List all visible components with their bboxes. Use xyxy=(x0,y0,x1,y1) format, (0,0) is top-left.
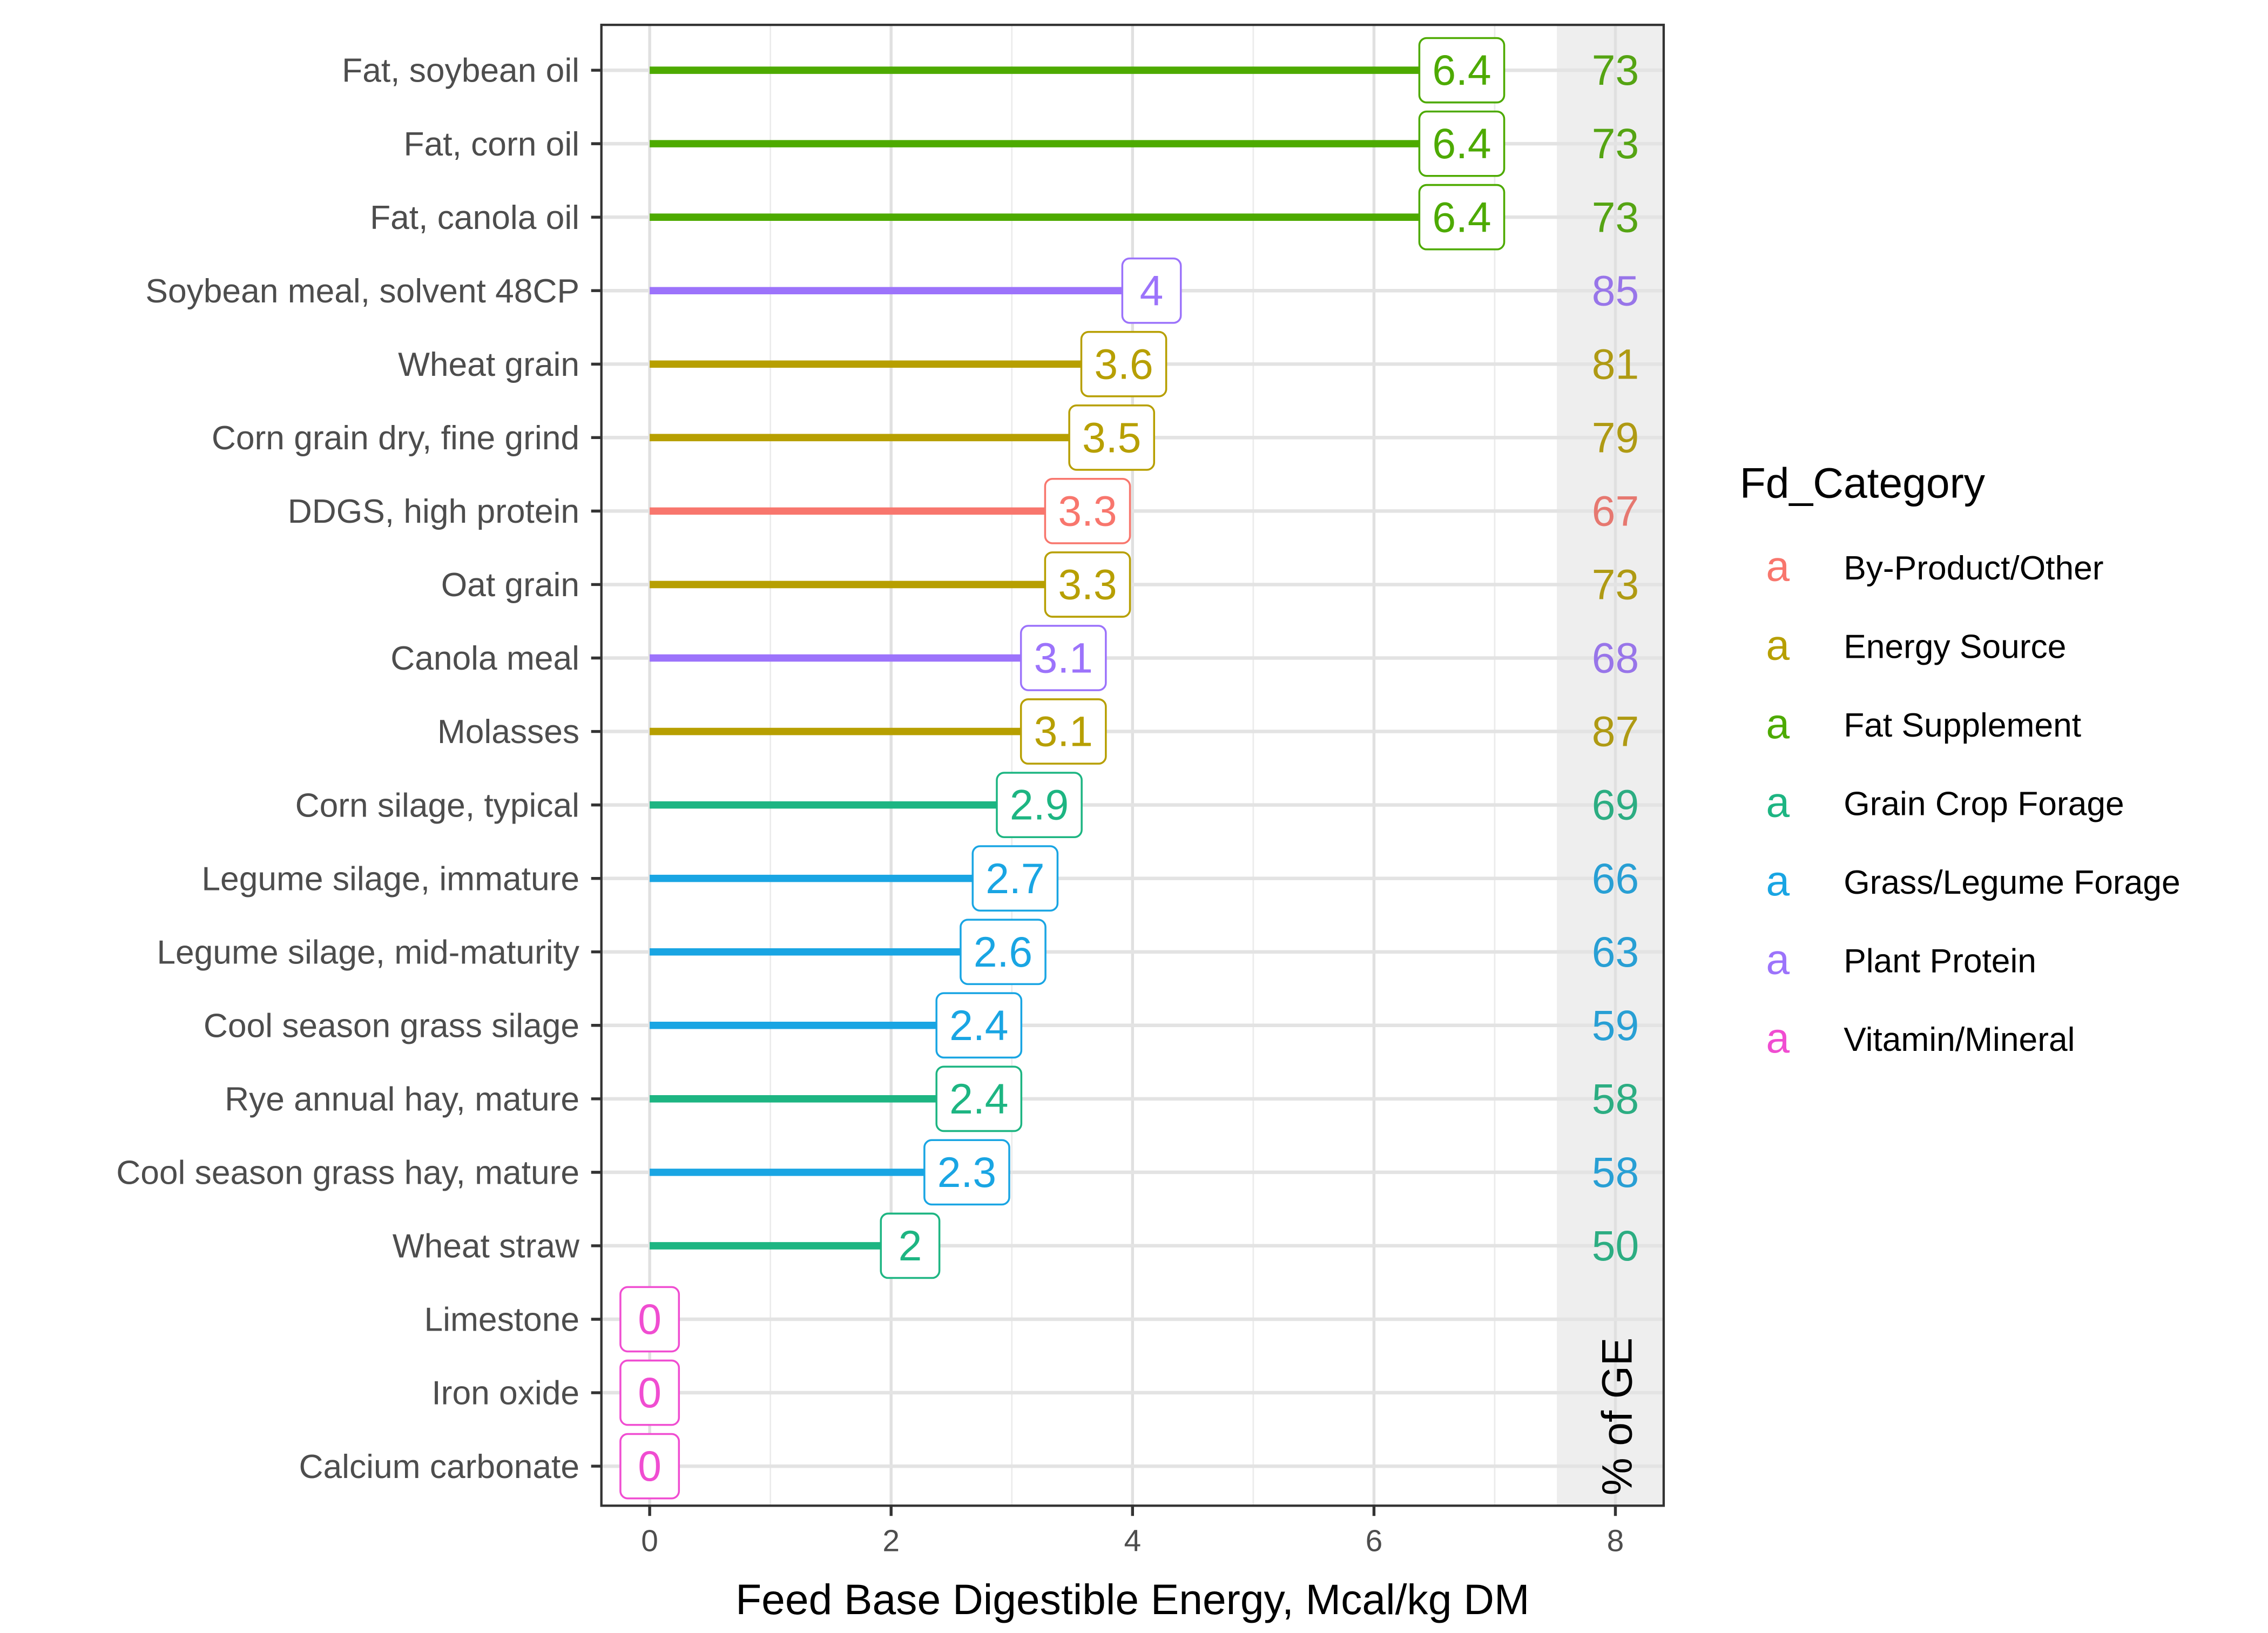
value-label: 6.4 xyxy=(1432,120,1491,167)
y-tick-label: Canola meal xyxy=(390,640,579,677)
legend-label: Fat Supplement xyxy=(1844,707,2081,744)
pct-ge-value: 58 xyxy=(1592,1149,1639,1196)
pct-ge-value: 66 xyxy=(1592,855,1639,902)
y-tick-label: Cool season grass hay, mature xyxy=(116,1155,579,1192)
value-label: 0 xyxy=(638,1442,662,1490)
y-tick-label: Calcium carbonate xyxy=(299,1448,580,1486)
value-label: 3.1 xyxy=(1034,635,1093,682)
legend-label: Plant Protein xyxy=(1844,943,2036,980)
legend-label: By-Product/Other xyxy=(1844,550,2103,587)
y-tick-label: Corn grain dry, fine grind xyxy=(212,420,579,457)
y-tick-label: Cool season grass silage xyxy=(204,1007,579,1044)
value-label: 2.3 xyxy=(937,1149,996,1196)
pct-ge-value: 79 xyxy=(1592,414,1639,461)
value-label: 6.4 xyxy=(1432,193,1491,241)
pct-ge-value: 68 xyxy=(1592,635,1639,682)
y-tick-label: Fat, corn oil xyxy=(404,126,580,163)
y-tick-label: Rye annual hay, mature xyxy=(225,1081,579,1118)
x-tick-label: 0 xyxy=(641,1523,658,1558)
legend-label: Vitamin/Mineral xyxy=(1844,1021,2075,1058)
x-tick-label: 4 xyxy=(1124,1523,1141,1558)
value-label: 0 xyxy=(638,1369,662,1416)
pct-ge-value: 58 xyxy=(1592,1075,1639,1123)
pct-ge-value: 73 xyxy=(1592,120,1639,167)
y-tick-label: Soybean meal, solvent 48CP xyxy=(145,273,579,310)
x-tick-label: 6 xyxy=(1366,1523,1383,1558)
value-label: 3.5 xyxy=(1082,414,1141,461)
legend-key-icon: a xyxy=(1766,700,1790,747)
value-label: 3.1 xyxy=(1034,708,1093,755)
pct-ge-value: 87 xyxy=(1592,708,1639,755)
y-tick-label: Molasses xyxy=(437,713,579,751)
value-label: 2.9 xyxy=(1010,781,1069,829)
y-tick-label: Iron oxide xyxy=(431,1375,579,1412)
legend-label: Energy Source xyxy=(1844,629,2066,666)
pct-ge-value: 63 xyxy=(1592,928,1639,976)
value-label: 3.3 xyxy=(1058,561,1117,609)
value-label: 2.6 xyxy=(974,928,1032,976)
pct-ge-value: 69 xyxy=(1592,781,1639,829)
lollipop-chart: 6.4 73 6.4 73 6.4 73 4 85 3.6 81 3.5 79 3.3 67 3.3 73 3.… xyxy=(0,0,2268,1633)
y-tick-label: Legume silage, mid-maturity xyxy=(157,934,580,971)
y-tick-label: Legume silage, immature xyxy=(201,860,579,898)
legend-key-icon: a xyxy=(1766,621,1790,669)
pct-ge-value: 85 xyxy=(1592,267,1639,314)
x-tick-label: 2 xyxy=(882,1523,900,1558)
pct-ge-value: 67 xyxy=(1592,487,1639,535)
value-label: 2.4 xyxy=(949,1075,1008,1123)
legend-key-icon: a xyxy=(1766,778,1790,826)
x-axis-title: Feed Base Digestible Energy, Mcal/kg DM xyxy=(735,1576,1529,1623)
legend-key-icon: a xyxy=(1766,1014,1790,1062)
value-label: 4 xyxy=(1140,267,1164,314)
y-tick-label: Limestone xyxy=(424,1301,580,1339)
pct-ge-strip xyxy=(1557,25,1664,1506)
legend-label: Grain Crop Forage xyxy=(1844,786,2124,823)
value-label: 2 xyxy=(899,1222,922,1270)
pct-ge-title: % of GE xyxy=(1593,1338,1641,1496)
value-label: 3.6 xyxy=(1094,340,1153,388)
y-tick-label: Corn silage, typical xyxy=(295,787,579,824)
y-tick-label: Wheat straw xyxy=(393,1228,580,1265)
y-tick-label: Wheat grain xyxy=(398,346,579,383)
legend-title: Fd_Category xyxy=(1740,459,1986,507)
pct-ge-value: 59 xyxy=(1592,1002,1639,1049)
value-label: 6.4 xyxy=(1432,46,1491,94)
value-label: 2.7 xyxy=(986,855,1044,902)
value-label: 2.4 xyxy=(949,1002,1008,1049)
value-label: 3.3 xyxy=(1058,487,1117,535)
pct-ge-value: 73 xyxy=(1592,193,1639,241)
plot-panel: 6.4 73 6.4 73 6.4 73 4 85 3.6 81 3.5 79 3.3 67 3.3 73 3.… xyxy=(600,23,1665,1507)
pct-ge-value: 73 xyxy=(1592,46,1639,94)
pct-ge-value: 81 xyxy=(1592,340,1639,388)
y-tick-label: Fat, soybean oil xyxy=(342,52,579,90)
legend-key-icon: a xyxy=(1766,543,1790,590)
pct-ge-value: 73 xyxy=(1592,561,1639,609)
legend-key-icon: a xyxy=(1766,857,1790,905)
legend-key-icon: a xyxy=(1766,935,1790,983)
y-tick-label: Oat grain xyxy=(441,566,579,604)
value-label: 0 xyxy=(638,1295,662,1343)
y-tick-label: Fat, canola oil xyxy=(370,199,579,237)
pct-ge-value: 50 xyxy=(1592,1222,1639,1270)
legend-label: Grass/Legume Forage xyxy=(1844,864,2180,901)
y-tick-label: DDGS, high protein xyxy=(288,493,579,530)
x-tick-label: 8 xyxy=(1607,1523,1624,1558)
